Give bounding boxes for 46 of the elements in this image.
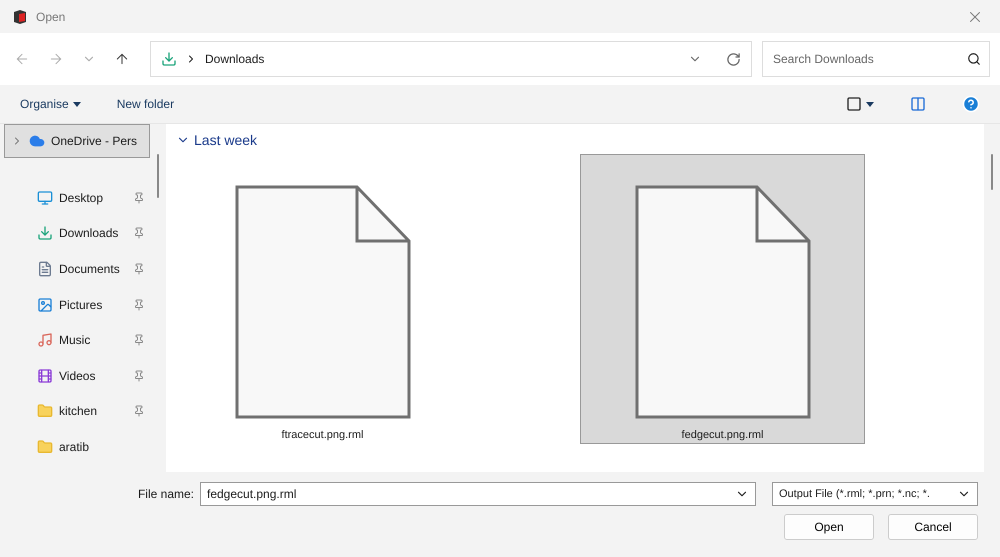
organise-menu[interactable]: Organise — [12, 95, 89, 113]
open-button[interactable]: Open — [784, 514, 874, 540]
group-header[interactable]: Last week — [176, 132, 258, 148]
video-icon — [37, 368, 53, 384]
file-icon — [634, 185, 810, 419]
square-icon — [846, 96, 862, 112]
caret-icon — [72, 102, 81, 106]
sidebar-item[interactable]: Documents — [0, 251, 150, 287]
sidebar-item[interactable]: aratib — [0, 429, 150, 465]
search-field[interactable]: Search Downloads — [762, 41, 990, 77]
file-name-field[interactable]: fedgecut.png.rml — [200, 482, 756, 506]
file-tile[interactable]: ftracecut.png.rml — [180, 154, 465, 444]
document-icon — [37, 260, 53, 277]
sidebar-item[interactable]: kitchen — [0, 394, 150, 430]
address-path: Downloads — [205, 52, 266, 66]
file-type-dropdown[interactable]: Output File (*.rml; *.prn; *.nc; *. — [772, 482, 978, 506]
sidebar-item[interactable]: OneDrive - Pers — [4, 124, 150, 158]
file-tile[interactable]: fedgecut.png.rml — [580, 154, 865, 444]
sidebar-item[interactable]: Music — [0, 322, 150, 358]
sidebar-item[interactable]: Desktop — [0, 180, 150, 216]
refresh-icon[interactable] — [726, 52, 741, 66]
cancel-button[interactable]: Cancel — [888, 514, 978, 540]
sidebar-item[interactable]: Downloads — [0, 216, 150, 252]
pane-icon — [910, 96, 926, 112]
file-icon — [234, 185, 410, 419]
right-arrow-icon — [48, 51, 64, 67]
folder-icon — [37, 403, 53, 420]
music-icon — [37, 332, 53, 348]
folder-icon — [37, 438, 53, 455]
sidebar-item[interactable]: Pictures — [0, 286, 150, 322]
picture-icon — [37, 296, 53, 313]
download-icon — [161, 51, 177, 67]
sidebar-item[interactable]: Videos — [0, 358, 150, 394]
address-bar[interactable]: Downloads — [150, 41, 752, 77]
file-name-label: File name: — [138, 487, 194, 501]
app-icon — [12, 8, 28, 24]
scrollbar-thumb[interactable] — [157, 154, 159, 198]
new-folder-button[interactable]: New folder — [108, 95, 182, 113]
window-title: Open — [36, 10, 66, 24]
caret-icon — [866, 102, 874, 106]
cloud-icon — [29, 133, 45, 149]
desktop-icon — [37, 190, 53, 206]
scrollbar-thumb[interactable] — [991, 154, 993, 190]
search-icon — [967, 52, 981, 66]
help-icon — [962, 95, 980, 113]
download-icon — [37, 225, 53, 242]
